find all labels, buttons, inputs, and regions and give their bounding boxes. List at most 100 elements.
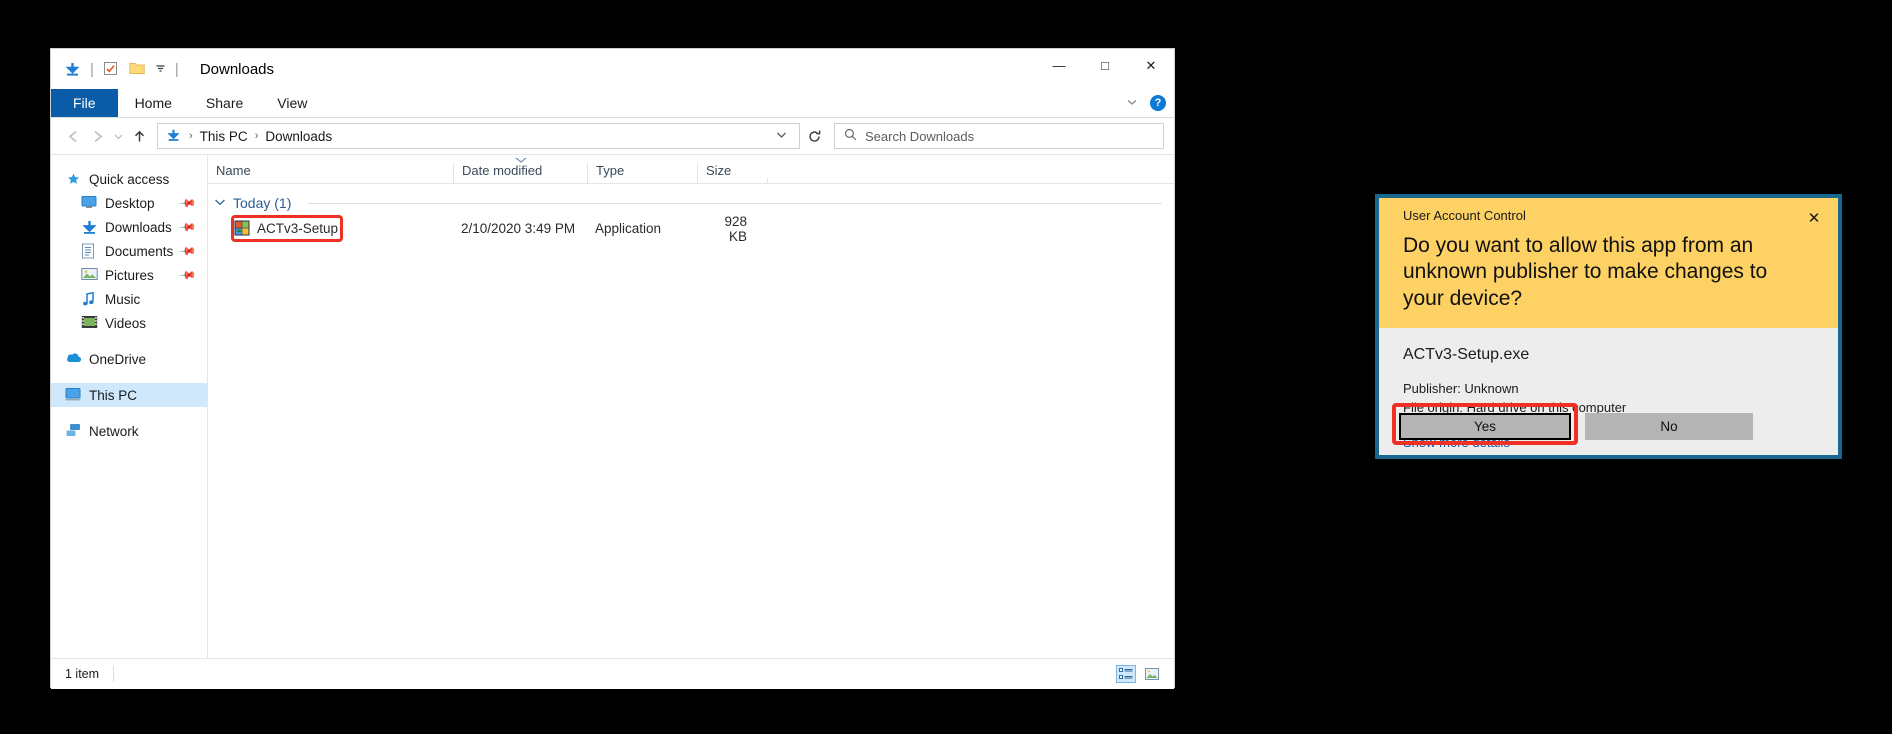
sidebar-item-onedrive[interactable]: OneDrive: [51, 347, 207, 371]
sidebar-item-downloads[interactable]: Downloads 📌: [51, 215, 207, 239]
tab-view[interactable]: View: [260, 89, 324, 117]
help-icon[interactable]: ?: [1150, 95, 1166, 111]
pin-icon[interactable]: 📌: [179, 266, 198, 284]
sidebar-label: Pictures: [105, 267, 154, 283]
sidebar-label: Quick access: [89, 171, 170, 187]
back-button[interactable]: [61, 123, 85, 149]
uac-publisher: Publisher: Unknown: [1403, 380, 1519, 396]
file-name-label: ACTv3-Setup: [257, 221, 339, 236]
up-button[interactable]: [127, 123, 151, 149]
customize-chevron-icon[interactable]: [155, 61, 166, 78]
tab-file[interactable]: File: [51, 89, 118, 117]
sidebar-item-this-pc[interactable]: This PC: [51, 383, 207, 407]
documents-icon: [81, 243, 98, 260]
uac-button-row: Yes No: [1379, 397, 1838, 455]
file-list-pane: Name Date modified Type Size Today (1) A…: [208, 155, 1174, 658]
item-count-label: 1 item: [65, 667, 100, 681]
pin-icon[interactable]: 📌: [179, 242, 198, 260]
breadcrumb-downloads[interactable]: Downloads: [261, 129, 336, 144]
address-bar: › This PC › Downloads Search Downloads: [51, 118, 1174, 154]
uac-close-icon[interactable]: ✕: [1804, 208, 1824, 228]
file-name-cell[interactable]: ACTv3-Setup: [208, 220, 453, 237]
window-controls: — □ ✕: [1036, 49, 1174, 82]
chevron-up-icon: [514, 155, 527, 166]
table-row[interactable]: ACTv3-Setup 2/10/2020 3:49 PM Applicatio…: [208, 213, 1174, 244]
yes-button[interactable]: Yes: [1399, 412, 1571, 440]
group-header-today[interactable]: Today (1): [208, 190, 1174, 216]
properties-icon[interactable]: [103, 61, 120, 78]
breadcrumb-this-pc[interactable]: This PC: [196, 129, 252, 144]
onedrive-cloud-icon: [65, 351, 82, 368]
column-header-type[interactable]: Type: [587, 163, 697, 183]
file-size-cell: 928 KB: [724, 213, 747, 244]
large-icons-view-icon[interactable]: [1142, 665, 1162, 683]
status-bar: 1 item: [51, 658, 1174, 689]
sidebar-label: This PC: [89, 387, 138, 403]
breadcrumb-bar[interactable]: › This PC › Downloads: [157, 123, 800, 149]
column-header-label: Date modified: [462, 163, 543, 178]
ribbon-right-controls: ?: [1126, 89, 1166, 117]
refresh-button[interactable]: [800, 123, 828, 149]
sidebar-item-quick-access[interactable]: Quick access: [51, 167, 207, 191]
breadcrumb-dropdown-icon[interactable]: [770, 131, 793, 142]
sidebar-label: Documents: [105, 243, 174, 259]
close-button[interactable]: ✕: [1128, 49, 1174, 82]
breadcrumb-separator-2: ›: [254, 130, 259, 142]
uac-title: User Account Control: [1403, 208, 1526, 223]
sidebar-item-desktop[interactable]: Desktop 📌: [51, 191, 207, 215]
pin-icon[interactable]: 📌: [179, 218, 198, 236]
quick-access-toolbar: | | Downloads: [51, 61, 274, 78]
maximize-icon: □: [1101, 58, 1109, 73]
search-input[interactable]: Search Downloads: [865, 129, 974, 144]
sidebar-label: Videos: [105, 315, 147, 331]
minimize-icon: —: [1052, 58, 1066, 73]
column-header-name[interactable]: Name: [208, 163, 453, 183]
group-label: Today (1): [233, 195, 292, 211]
file-explorer-window: | | Downloads — □ ✕ File Home Share View: [50, 48, 1175, 689]
uac-question: Do you want to allow this app from an un…: [1403, 234, 1768, 310]
details-view-icon[interactable]: [1116, 665, 1136, 683]
pictures-icon: [81, 267, 98, 284]
chevron-down-icon[interactable]: [214, 197, 226, 209]
column-header-date-modified[interactable]: Date modified: [453, 157, 587, 183]
sidebar-item-music[interactable]: Music: [51, 287, 207, 311]
group-divider: [308, 202, 1162, 204]
sidebar-item-network[interactable]: Network: [51, 419, 207, 443]
explorer-content: Quick access Desktop 📌 Downloads 📌 Docum…: [51, 154, 1174, 658]
desktop-icon: [81, 195, 98, 212]
search-box[interactable]: Search Downloads: [834, 123, 1164, 149]
column-header-spacer: [767, 178, 1174, 183]
status-divider: [113, 666, 115, 682]
sidebar-label: Music: [105, 291, 141, 307]
tab-home[interactable]: Home: [118, 89, 189, 117]
tab-share[interactable]: Share: [189, 89, 260, 117]
no-button[interactable]: No: [1585, 412, 1753, 440]
sidebar-item-pictures[interactable]: Pictures 📌: [51, 263, 207, 287]
column-headers: Name Date modified Type Size: [208, 155, 1174, 184]
uac-header: User Account Control ✕ Do you want to al…: [1379, 198, 1838, 328]
window-title: Downloads: [199, 60, 275, 78]
chevron-down-icon[interactable]: [1126, 95, 1138, 112]
maximize-button[interactable]: □: [1082, 49, 1128, 82]
sidebar-gap-3: [51, 407, 207, 419]
recent-locations-button[interactable]: [109, 123, 127, 149]
download-arrow-icon: [166, 128, 183, 145]
navigation-pane: Quick access Desktop 📌 Downloads 📌 Docum…: [51, 155, 208, 658]
pin-icon[interactable]: 📌: [179, 194, 198, 212]
sidebar-gap-2: [51, 371, 207, 383]
sidebar-label: Downloads: [105, 219, 172, 235]
column-header-size[interactable]: Size: [697, 163, 767, 183]
sidebar-item-documents[interactable]: Documents 📌: [51, 239, 207, 263]
search-icon: [844, 128, 857, 145]
minimize-button[interactable]: —: [1036, 49, 1082, 82]
sidebar-item-videos[interactable]: Videos: [51, 311, 207, 335]
download-arrow-icon[interactable]: [64, 61, 81, 78]
sidebar-label: Desktop: [105, 195, 155, 211]
sidebar-label: OneDrive: [89, 351, 147, 367]
view-toggle-buttons: [1116, 665, 1162, 683]
new-folder-icon[interactable]: [129, 61, 146, 78]
forward-button[interactable]: [85, 123, 109, 149]
breadcrumb-separator: ›: [189, 130, 193, 142]
network-icon: [65, 423, 82, 440]
